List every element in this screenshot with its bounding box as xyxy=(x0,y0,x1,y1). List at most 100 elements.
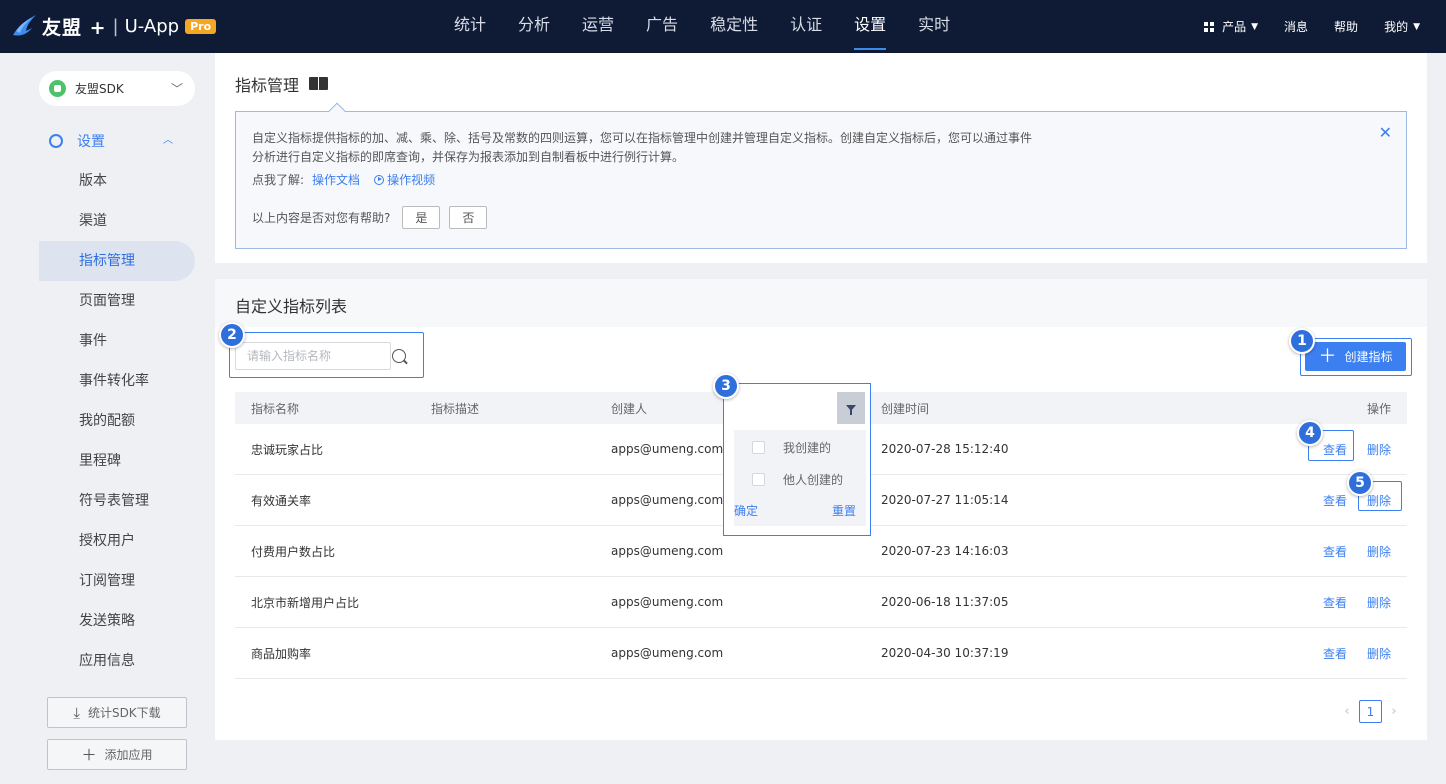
gear-icon xyxy=(49,134,63,148)
metric-name: 商品加购率 xyxy=(251,646,312,661)
logo[interactable]: 友盟 + | U-App Pro xyxy=(10,8,217,44)
delete-link[interactable]: 删除 xyxy=(1367,441,1391,458)
sidebar: 友盟SDK ﹀ 设置 ︿ 版本 渠道 指标管理 页面管理 事件 事件转化率 我的… xyxy=(0,53,215,784)
next-page-icon[interactable]: › xyxy=(1382,704,1406,719)
chevron-up-icon: ︿ xyxy=(163,135,173,146)
view-link[interactable]: 查看 xyxy=(1323,594,1347,611)
add-app-label: 添加应用 xyxy=(104,748,153,762)
sidebar-item-event-conversion[interactable]: 事件转化率 xyxy=(39,361,195,401)
table-row: 北京市新增用户占比 apps@umeng.com 2020-06-18 11:3… xyxy=(235,577,1407,628)
page-number[interactable]: 1 xyxy=(1359,700,1382,723)
step-badge-1: 1 xyxy=(1289,328,1315,354)
metric-creator: apps@umeng.com xyxy=(611,595,724,609)
row-actions: 查看 删除 xyxy=(1323,645,1391,662)
metric-name: 有效通关率 xyxy=(251,493,312,508)
filter-option-others[interactable]: 他人创建的 xyxy=(752,471,843,488)
app-selector[interactable]: 友盟SDK ﹀ xyxy=(39,71,195,106)
product-label: 产品 xyxy=(1222,20,1247,34)
checkbox[interactable] xyxy=(752,473,765,486)
help-panel: 自定义指标提供指标的加、减、乘、除、括号及常数的四则运算，您可以在指标管理中创建… xyxy=(235,102,1407,249)
filter-reset-button[interactable]: 重置 xyxy=(832,502,856,519)
metric-creator: apps@umeng.com xyxy=(611,646,724,660)
sidebar-item-send-policy[interactable]: 发送策略 xyxy=(39,601,195,641)
sidebar-item-milestones[interactable]: 里程碑 xyxy=(39,441,195,481)
step-badge-3: 3 xyxy=(713,373,739,399)
metric-name: 北京市新增用户占比 xyxy=(251,595,360,610)
add-app-button[interactable]: ＋ 添加应用 xyxy=(47,739,187,770)
list-header: 自定义指标列表 xyxy=(215,279,1427,327)
panel-pointer xyxy=(328,102,346,120)
sidebar-item-app-info[interactable]: 应用信息 xyxy=(39,641,195,681)
row-actions: 查看 删除 xyxy=(1323,543,1391,560)
metric-creator: apps@umeng.com xyxy=(611,493,724,507)
filter-toggle[interactable] xyxy=(837,392,865,424)
sidebar-item-auth-users[interactable]: 授权用户 xyxy=(39,521,195,561)
filter-icon xyxy=(846,405,856,415)
yes-button[interactable]: 是 xyxy=(402,206,441,229)
app-name: U-App xyxy=(124,15,180,37)
sidebar-item-channel[interactable]: 渠道 xyxy=(39,201,195,241)
nav-stability[interactable]: 稳定性 xyxy=(694,0,774,53)
grid-icon xyxy=(1204,21,1215,32)
page-title: 指标管理 xyxy=(235,72,329,96)
sidebar-item-events[interactable]: 事件 xyxy=(39,321,195,361)
col-creator[interactable]: 创建人 xyxy=(611,400,647,417)
doc-link[interactable]: 操作文档 xyxy=(312,171,360,188)
sidebar-item-pages[interactable]: 页面管理 xyxy=(39,281,195,321)
search-input[interactable] xyxy=(247,349,371,363)
product-menu[interactable]: 产品 ▼ xyxy=(1204,18,1258,35)
book-icon[interactable] xyxy=(309,76,329,92)
view-link[interactable]: 查看 xyxy=(1323,543,1347,560)
metric-name: 忠诚玩家占比 xyxy=(251,442,324,457)
metric-time: 2020-06-18 11:37:05 xyxy=(881,595,1009,609)
prev-page-icon[interactable]: ‹ xyxy=(1335,704,1359,719)
metric-time: 2020-04-30 10:37:19 xyxy=(881,646,1009,660)
settings-section-header[interactable]: 设置 ︿ xyxy=(49,131,173,151)
sidebar-item-quota[interactable]: 我的配额 xyxy=(39,401,195,441)
sdk-download-button[interactable]: ⤓ 统计SDK下载 xyxy=(47,697,187,728)
nav-stats[interactable]: 统计 xyxy=(438,0,502,53)
sidebar-item-subscriptions[interactable]: 订阅管理 xyxy=(39,561,195,601)
sidebar-item-symbols[interactable]: 符号表管理 xyxy=(39,481,195,521)
messages-link[interactable]: 消息 xyxy=(1284,18,1308,35)
delete-link[interactable]: 删除 xyxy=(1367,543,1391,560)
close-icon[interactable]: ✕ xyxy=(1379,123,1392,142)
col-desc: 指标描述 xyxy=(431,401,480,416)
nav-analysis[interactable]: 分析 xyxy=(502,0,566,53)
filter-option-mine[interactable]: 我创建的 xyxy=(752,439,831,456)
caret-down-icon: ▼ xyxy=(1251,21,1259,32)
search-field[interactable] xyxy=(235,342,391,370)
mine-menu[interactable]: 我的 ▼ xyxy=(1384,18,1420,35)
nav-realtime[interactable]: 实时 xyxy=(902,0,966,53)
nav-ads[interactable]: 广告 xyxy=(630,0,694,53)
step-badge-4: 4 xyxy=(1297,420,1323,446)
metric-time: 2020-07-28 15:12:40 xyxy=(881,442,1009,456)
filter-option-label: 我创建的 xyxy=(783,441,832,455)
create-metric-button[interactable]: ＋ 创建指标 xyxy=(1305,342,1406,371)
view-link[interactable]: 查看 xyxy=(1323,645,1347,662)
nav-auth[interactable]: 认证 xyxy=(774,0,838,53)
help-link[interactable]: 帮助 xyxy=(1334,18,1358,35)
mine-label: 我的 xyxy=(1384,20,1409,34)
view-link[interactable]: 查看 xyxy=(1323,492,1347,509)
android-icon xyxy=(49,80,66,97)
checkbox[interactable] xyxy=(752,441,765,454)
main-nav: 统计 分析 运营 广告 稳定性 认证 设置 实时 xyxy=(438,0,966,53)
help-text: 自定义指标提供指标的加、减、乘、除、括号及常数的四则运算，您可以在指标管理中创建… xyxy=(252,131,1033,164)
settings-menu: 版本 渠道 指标管理 页面管理 事件 事件转化率 我的配额 里程碑 符号表管理 … xyxy=(39,161,195,681)
pagination: ‹ 1 › xyxy=(1335,700,1406,723)
delete-link[interactable]: 删除 xyxy=(1367,594,1391,611)
filter-confirm-button[interactable]: 确定 xyxy=(734,502,758,519)
sidebar-item-version[interactable]: 版本 xyxy=(39,161,195,201)
caret-down-icon: ▼ xyxy=(1413,21,1420,32)
search-icon[interactable] xyxy=(392,349,406,363)
learn-prefix: 点我了解: xyxy=(252,173,305,187)
video-link[interactable]: 操作视频 xyxy=(387,171,435,188)
nav-operations[interactable]: 运营 xyxy=(566,0,630,53)
umeng-bird-icon xyxy=(13,15,36,36)
nav-settings[interactable]: 设置 xyxy=(838,0,902,53)
delete-link[interactable]: 删除 xyxy=(1367,645,1391,662)
sidebar-item-metrics[interactable]: 指标管理 xyxy=(39,241,195,281)
no-button[interactable]: 否 xyxy=(449,206,488,229)
feedback-question: 以上内容是否对您有帮助? xyxy=(252,211,391,225)
